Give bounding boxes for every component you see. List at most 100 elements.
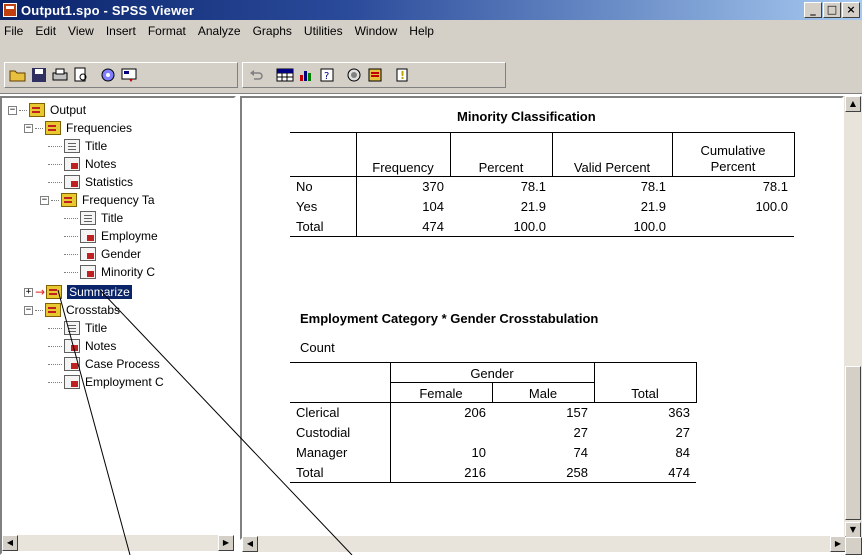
dialog-recall-icon[interactable] (119, 65, 139, 85)
variables-icon[interactable]: ? (317, 65, 337, 85)
toolbar-group-data: ? ! (242, 62, 506, 88)
goto-chart-icon[interactable] (296, 65, 316, 85)
tree-item-title[interactable]: Title (64, 209, 123, 227)
tree-item-minority[interactable]: Minority C (64, 263, 155, 281)
window-title: Output1.spo - SPSS Viewer (21, 2, 195, 18)
tree-item-output[interactable]: − Output (8, 101, 86, 119)
scroll-left-icon[interactable]: ◀ (2, 535, 18, 551)
tree-item-frequencies[interactable]: − Frequencies (24, 119, 132, 137)
table-cell: 100.0 (450, 216, 552, 237)
notes-table-icon (64, 157, 80, 171)
pivot-table-icon (80, 229, 96, 243)
collapse-icon[interactable]: − (24, 305, 33, 315)
maximize-icon[interactable]: □ (823, 2, 841, 18)
table-row: Custodial 27 27 (290, 422, 696, 443)
tree-item-label: Frequency Ta (82, 193, 155, 207)
scroll-thumb[interactable] (845, 366, 861, 520)
table-cell: 474 (356, 216, 450, 237)
table-cell: 104 (422, 199, 444, 214)
collapse-icon[interactable]: − (24, 123, 33, 133)
expand-icon[interactable]: + (24, 287, 33, 297)
scroll-up-icon[interactable]: ▲ (845, 96, 861, 112)
save-icon[interactable] (29, 65, 49, 85)
menu-graphs[interactable]: Graphs (253, 24, 292, 38)
menu-format[interactable]: Format (148, 24, 186, 38)
select-cases-icon[interactable] (344, 65, 364, 85)
collapse-icon[interactable]: − (8, 105, 17, 115)
pivot-table-icon (64, 357, 80, 371)
content-pane[interactable]: Minority Classification Frequency Percen… (240, 96, 844, 540)
book-icon (29, 103, 45, 117)
scroll-down-icon[interactable]: ▼ (845, 522, 861, 538)
book-icon (45, 303, 61, 317)
menu-view[interactable]: View (68, 24, 94, 38)
tree-item-title[interactable]: Title (48, 137, 107, 155)
crosstab-title: Employment Category * Gender Crosstabula… (300, 311, 599, 326)
close-icon[interactable]: × (842, 2, 860, 18)
tree-item-summarize[interactable]: + → Summarize (24, 283, 132, 301)
col-header: Total (594, 362, 697, 403)
menu-edit[interactable]: Edit (35, 24, 56, 38)
menu-analyze[interactable]: Analyze (198, 24, 241, 38)
menu-utilities[interactable]: Utilities (304, 24, 343, 38)
table-cell: 78.1 (552, 176, 672, 197)
notes-table-icon (64, 339, 80, 353)
tree-item-employment[interactable]: Employme (64, 227, 158, 245)
tree-item-notes[interactable]: Notes (48, 155, 116, 173)
pivot-icon[interactable]: ! (392, 65, 412, 85)
tree-item-label: Gender (101, 247, 142, 261)
table-cell: 157 (492, 402, 594, 423)
menu-file[interactable]: File (4, 24, 23, 38)
minority-pivot-table[interactable]: Frequency Percent Valid Percent Cumulati… (290, 132, 795, 237)
row-label: Manager (290, 442, 391, 463)
content-horizontal-scrollbar[interactable]: ◀ ▶ (242, 536, 846, 552)
tree-item-case-processing[interactable]: Case Process (48, 355, 160, 373)
title-doc-icon (80, 211, 96, 225)
tree-item-label: Minority C (101, 265, 156, 279)
export-icon[interactable] (98, 65, 118, 85)
scroll-right-icon[interactable]: ▶ (218, 535, 234, 551)
table-row: Total 474 100.0 100.0 (290, 216, 794, 237)
scroll-right-icon[interactable]: ▶ (830, 536, 846, 552)
undo-icon[interactable] (246, 65, 266, 85)
book-icon (45, 121, 61, 135)
spss-app-icon[interactable] (3, 3, 17, 17)
svg-text:!: ! (400, 69, 405, 82)
goto-data-icon[interactable] (275, 65, 295, 85)
tree-item-gender[interactable]: Gender (64, 245, 141, 263)
minimize-icon[interactable]: _ (804, 2, 822, 18)
print-icon[interactable] (50, 65, 70, 85)
show-hide-icon[interactable] (365, 65, 385, 85)
tree-item-title[interactable]: Title (48, 319, 107, 337)
table-row: Yes 104 21.9 21.9 100.0 (290, 196, 794, 217)
tree-item-crosstabs[interactable]: − Crosstabs (24, 301, 120, 319)
table-cell: 21.9 (520, 199, 546, 214)
table-cell: 100.0 (552, 216, 672, 237)
content-vertical-scrollbar[interactable]: ▲ ▼ (844, 96, 862, 540)
crosstab-pivot-table[interactable]: Gender Total Female Male Clerical 206 15… (290, 362, 697, 483)
tree-item-label: Title (85, 139, 108, 153)
table-cell: 363 (594, 402, 696, 423)
table-cell: 370 (356, 176, 450, 197)
svg-text:?: ? (324, 71, 329, 82)
tree-item-notes[interactable]: Notes (48, 337, 116, 355)
collapse-icon[interactable]: − (40, 195, 49, 205)
menu-insert[interactable]: Insert (106, 24, 136, 38)
tree-item-statistics[interactable]: Statistics (48, 173, 133, 191)
open-icon[interactable] (8, 65, 28, 85)
tree-item-frequency-tables[interactable]: − Frequency Ta (40, 191, 155, 209)
scroll-left-icon[interactable]: ◀ (242, 536, 258, 552)
row-label: Clerical (290, 402, 391, 423)
outline-horizontal-scrollbar[interactable]: ◀ ▶ (2, 535, 234, 551)
size-grip[interactable] (845, 537, 862, 555)
row-label: Total (290, 462, 391, 483)
outline-pane[interactable]: − Output − Frequencies Title Notes Stati… (0, 96, 236, 555)
tree-item-employment-crosstab[interactable]: Employment C (48, 373, 164, 391)
table-cell: 78.1 (450, 176, 552, 197)
table-cell (390, 423, 492, 443)
tree-item-label: Summarize (67, 285, 132, 299)
menu-window[interactable]: Window (355, 24, 398, 38)
menu-help[interactable]: Help (409, 24, 434, 38)
print-preview-icon[interactable] (71, 65, 91, 85)
table-cell: 100.0 (755, 199, 788, 214)
